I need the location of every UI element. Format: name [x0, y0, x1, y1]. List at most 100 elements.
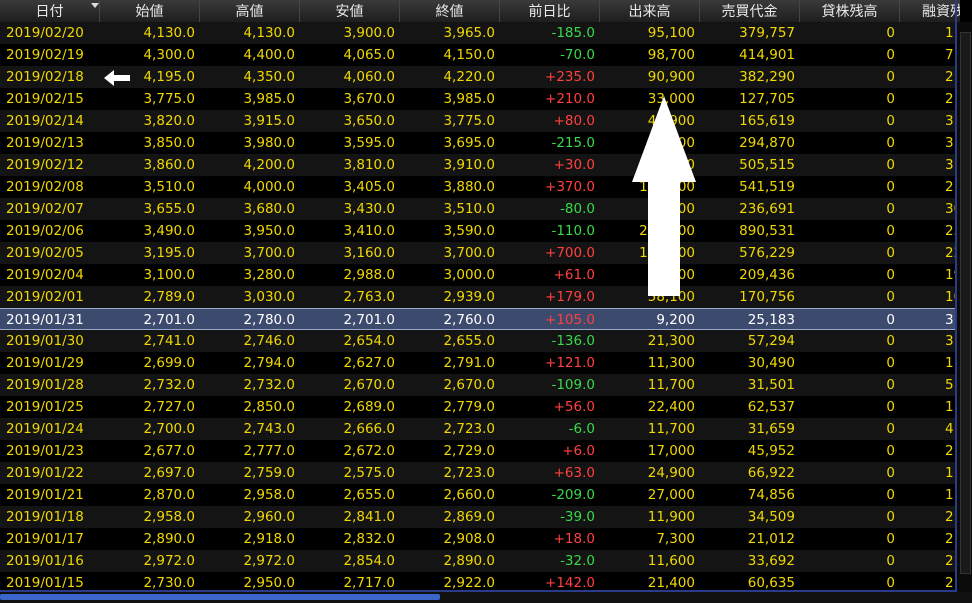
cell-close: 4,150.0 — [443, 47, 495, 63]
cell-date: 2019/02/12 — [6, 157, 84, 173]
table-row[interactable]: 2019/01/22 2,697.0 2,759.0 2,575.0 2,723.0 +6… — [0, 462, 960, 484]
table-row[interactable]: 2019/02/13 3,850.0 3,980.0 3,595.0 3,695.0 -2… — [0, 132, 960, 154]
table-row[interactable]: 2019/02/18 4,195.0 4,350.0 4,060.0 4,220.0 +2… — [0, 66, 960, 88]
horizontal-scroll-thumb[interactable] — [0, 594, 440, 600]
cell-low: 4,060.0 — [343, 69, 395, 85]
cell-open: 3,510.0 — [143, 179, 195, 195]
vertical-scroll-thumb[interactable] — [960, 32, 971, 574]
cell-low: 2,717.0 — [343, 575, 395, 591]
cell-volume: 11,900 — [647, 509, 695, 525]
table-row[interactable]: 2019/01/31 2,701.0 2,780.0 2,701.0 2,760.0 +1… — [0, 308, 960, 330]
cell-date: 2019/01/22 — [6, 465, 84, 481]
table-row[interactable]: 2019/01/21 2,870.0 2,958.0 2,655.0 2,660.0 -2… — [0, 484, 960, 506]
table-row[interactable]: 2019/02/14 3,820.0 3,915.0 3,650.0 3,775.0 +8… — [0, 110, 960, 132]
cell-open: 3,775.0 — [143, 91, 195, 107]
table-row[interactable]: 2019/02/07 3,655.0 3,680.0 3,430.0 3,510.0 -8… — [0, 198, 960, 220]
cell-change: +6.0 — [562, 443, 595, 459]
col-header-open[interactable]: 始値 — [100, 0, 200, 22]
cell-lend: 0 — [886, 289, 895, 305]
table-row[interactable]: 2019/02/20 4,130.0 4,130.0 3,900.0 3,965.0 -1… — [0, 22, 960, 44]
cell-value: 379,757 — [739, 25, 795, 41]
cell-volume: 11,600 — [647, 553, 695, 569]
col-header-close[interactable]: 終値 — [400, 0, 500, 22]
cell-lend: 0 — [886, 531, 895, 547]
cell-change: -80.0 — [560, 201, 595, 217]
cell-volume: 11,700 — [647, 421, 695, 437]
col-header-value[interactable]: 売買代金 — [700, 0, 800, 22]
cell-high: 2,743.0 — [243, 421, 295, 437]
cell-low: 2,854.0 — [343, 553, 395, 569]
table-row[interactable]: 2019/02/05 3,195.0 3,700.0 3,160.0 3,700.0 +7… — [0, 242, 960, 264]
cell-high: 4,200.0 — [243, 157, 295, 173]
horizontal-scrollbar[interactable] — [0, 592, 972, 603]
col-header-high[interactable]: 高値 — [200, 0, 300, 22]
table-row[interactable]: 2019/02/15 3,775.0 3,985.0 3,670.0 3,985.0 +2… — [0, 88, 960, 110]
cell-close: 2,890.0 — [443, 553, 495, 569]
cell-low: 3,900.0 — [343, 25, 395, 41]
cell-close: 2,670.0 — [443, 377, 495, 393]
cell-value: 382,290 — [739, 69, 795, 85]
cell-lend: 0 — [886, 377, 895, 393]
col-header-date[interactable]: 日付 — [0, 0, 100, 22]
table-row[interactable]: 2019/01/23 2,677.0 2,777.0 2,672.0 2,729.0 +6… — [0, 440, 960, 462]
cell-close: 2,922.0 — [443, 575, 495, 591]
cell-value: 576,229 — [739, 245, 795, 261]
cell-open: 4,300.0 — [143, 47, 195, 63]
cell-volume: 21,300 — [647, 333, 695, 349]
arrow-up-icon — [632, 96, 696, 296]
cell-open: 2,699.0 — [143, 355, 195, 371]
table-row[interactable]: 2019/02/04 3,100.0 3,280.0 2,988.0 3,000.0 +6… — [0, 264, 960, 286]
table-row[interactable]: 2019/02/06 3,490.0 3,950.0 3,410.0 3,590.0 -1… — [0, 220, 960, 242]
cell-low: 3,410.0 — [343, 223, 395, 239]
cell-open: 3,490.0 — [143, 223, 195, 239]
table-row[interactable]: 2019/02/12 3,860.0 4,200.0 3,810.0 3,910.0 +3… — [0, 154, 960, 176]
vertical-scrollbar[interactable] — [957, 22, 972, 592]
cell-high: 4,130.0 — [243, 25, 295, 41]
cell-volume: 9,200 — [656, 312, 695, 328]
cell-date: 2019/01/15 — [6, 575, 84, 591]
cell-low: 2,672.0 — [343, 443, 395, 459]
table-row[interactable]: 2019/01/30 2,741.0 2,746.0 2,654.0 2,655.0 -1… — [0, 330, 960, 352]
cell-change: -136.0 — [551, 333, 595, 349]
table-row[interactable]: 2019/01/16 2,972.0 2,972.0 2,854.0 2,890.0 -3… — [0, 550, 960, 572]
col-header-margin[interactable]: 融資残 — [900, 0, 960, 22]
cell-lend: 0 — [886, 355, 895, 371]
cell-low: 2,575.0 — [343, 465, 395, 481]
col-header-volume[interactable]: 出来高 — [600, 0, 700, 22]
cell-change: +142.0 — [545, 575, 595, 591]
cell-low: 3,595.0 — [343, 135, 395, 151]
cell-lend: 0 — [886, 113, 895, 129]
cell-change: +30.0 — [553, 157, 595, 173]
table-row[interactable]: 2019/02/19 4,300.0 4,400.0 4,065.0 4,150.0 -7… — [0, 44, 960, 66]
cell-change: +63.0 — [553, 465, 595, 481]
cell-close: 3,880.0 — [443, 179, 495, 195]
cell-high: 2,780.0 — [243, 312, 295, 328]
cell-volume: 24,900 — [647, 465, 695, 481]
cell-change: +80.0 — [553, 113, 595, 129]
cell-open: 3,860.0 — [143, 157, 195, 173]
cell-date: 2019/02/01 — [6, 289, 84, 305]
cell-lend: 0 — [886, 179, 895, 195]
table-row[interactable]: 2019/01/24 2,700.0 2,743.0 2,666.0 2,723.0 -6… — [0, 418, 960, 440]
cell-volume: 11,700 — [647, 377, 695, 393]
cell-value: 34,509 — [747, 509, 795, 525]
table-row[interactable]: 2019/01/18 2,958.0 2,960.0 2,841.0 2,869.0 -3… — [0, 506, 960, 528]
table-row[interactable]: 2019/01/25 2,727.0 2,850.0 2,689.0 2,779.0 +5… — [0, 396, 960, 418]
cell-date: 2019/02/19 — [6, 47, 84, 63]
table-row[interactable]: 2019/02/08 3,510.0 4,000.0 3,405.0 3,880.0 +3… — [0, 176, 960, 198]
col-header-lend[interactable]: 貸株残高 — [800, 0, 900, 22]
table-row[interactable]: 2019/01/29 2,699.0 2,794.0 2,627.0 2,791.0 +1… — [0, 352, 960, 374]
cell-value: 236,691 — [739, 201, 795, 217]
table-row[interactable]: 2019/01/17 2,890.0 2,918.0 2,832.0 2,908.0 +1… — [0, 528, 960, 550]
cell-lend: 0 — [886, 421, 895, 437]
col-header-change[interactable]: 前日比 — [500, 0, 600, 22]
cell-change: -32.0 — [560, 553, 595, 569]
table-row[interactable]: 2019/01/15 2,730.0 2,950.0 2,717.0 2,922.0 +1… — [0, 572, 960, 592]
cell-open: 2,741.0 — [143, 333, 195, 349]
cell-date: 2019/01/21 — [6, 487, 84, 503]
col-header-low[interactable]: 安値 — [300, 0, 400, 22]
cell-open: 2,870.0 — [143, 487, 195, 503]
cell-lend: 0 — [886, 487, 895, 503]
table-row[interactable]: 2019/01/28 2,732.0 2,732.0 2,670.0 2,670.0 -1… — [0, 374, 960, 396]
table-row[interactable]: 2019/02/01 2,789.0 3,030.0 2,763.0 2,939.0 +1… — [0, 286, 960, 308]
